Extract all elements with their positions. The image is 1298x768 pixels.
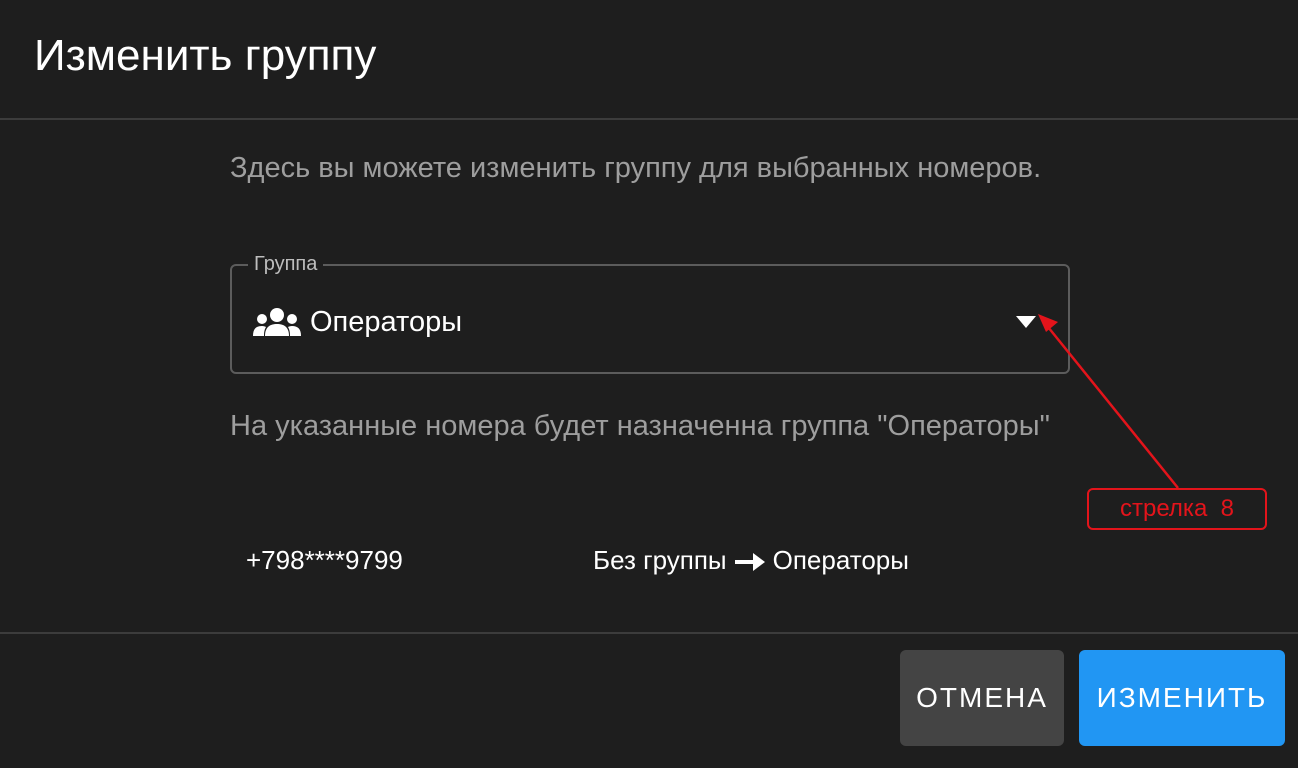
group-select-label: Группа: [248, 252, 324, 276]
header-divider: [0, 118, 1298, 120]
group-select[interactable]: Группа Операторы: [230, 252, 1070, 374]
footer-divider: [0, 632, 1298, 634]
annotation-label: стрелка 8: [1087, 488, 1267, 530]
change-to-group: Операторы: [772, 545, 909, 575]
dropdown-arrow-icon[interactable]: [1016, 316, 1036, 328]
confirm-change-button[interactable]: ИЗМЕНИТЬ: [1079, 650, 1285, 746]
change-from-group: Без группы: [593, 545, 727, 575]
change-row-phone: +798****9799: [246, 545, 403, 575]
cancel-button[interactable]: ОТМЕНА: [900, 650, 1064, 746]
change-group-dialog: Изменить группу Здесь вы можете изменить…: [0, 0, 1298, 768]
group-select-value: Операторы: [310, 306, 463, 338]
group-users-icon: [253, 308, 301, 336]
dialog-title: Изменить группу: [34, 31, 377, 80]
change-row-groups: Без группы Операторы: [593, 542, 909, 578]
arrow-right-icon: [734, 553, 765, 572]
dialog-description: Здесь вы можете изменить группу для выбр…: [230, 152, 1042, 184]
assignment-note: На указанные номера будет назначенна гру…: [230, 410, 1050, 442]
